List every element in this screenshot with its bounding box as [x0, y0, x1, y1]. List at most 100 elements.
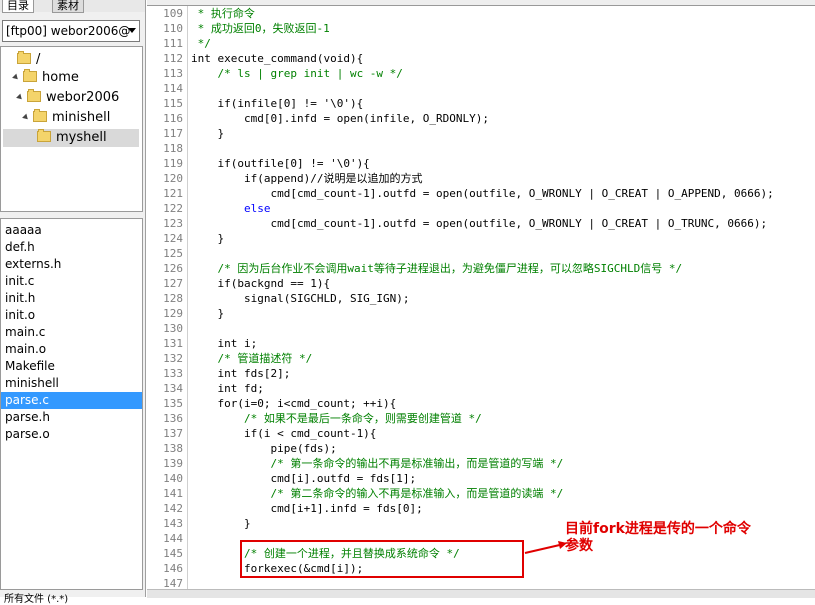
line-number: 131: [163, 337, 183, 350]
tree-node-webor2006[interactable]: webor2006: [16, 89, 119, 107]
tree-node-home[interactable]: home: [12, 69, 79, 87]
line-number: 145: [163, 547, 183, 560]
file-item[interactable]: externs.h: [1, 256, 142, 273]
code-line: /* 第二条命令的输入不再是标准输入，而是管道的读端 */: [191, 487, 564, 500]
code-line: * 执行命令: [191, 7, 255, 20]
file-item[interactable]: Makefile: [1, 358, 142, 375]
line-number: 143: [163, 517, 183, 530]
file-item[interactable]: aaaaa: [1, 222, 142, 239]
ftp-site-select[interactable]: [ftp00] webor2006@: [2, 20, 140, 42]
folder-icon: [17, 51, 31, 64]
code-line: }: [191, 307, 225, 320]
left-panel: 目录 素材 [ftp00] webor2006@ / home webor200…: [0, 0, 146, 605]
line-number: 138: [163, 442, 183, 455]
code-line: * 成功返回0，失败返回-1: [191, 22, 330, 35]
code-editor[interactable]: 109 110 111 112 113 114 115 116 117 118 119 120 121 1…: [147, 0, 815, 597]
line-number-gutter: 109 110 111 112 113 114 115 116 117 118 119 120 121 1…: [147, 0, 188, 597]
chevron-down-icon[interactable]: [128, 28, 136, 33]
line-number: 130: [163, 322, 183, 335]
line-number: 136: [163, 412, 183, 425]
file-item[interactable]: init.h: [1, 290, 142, 307]
highlight-box: [240, 540, 524, 578]
line-number: 113: [163, 67, 183, 80]
line-number: 111: [163, 37, 183, 50]
expand-icon[interactable]: [12, 73, 20, 82]
code-line: }: [191, 517, 251, 530]
code-line: cmd[i+1].infd = fds[0];: [191, 502, 423, 515]
line-number: 112: [163, 52, 183, 65]
file-item[interactable]: init.o: [1, 307, 142, 324]
ftp-site-value: [ftp00] webor2006@: [6, 24, 131, 38]
line-number: 134: [163, 382, 183, 395]
file-item[interactable]: main.o: [1, 341, 142, 358]
code-line: */: [191, 37, 211, 50]
line-number: 118: [163, 142, 183, 155]
code-line: int i;: [191, 337, 258, 350]
line-number: 122: [163, 202, 183, 215]
code-line: int fds[2];: [191, 367, 291, 380]
line-number: 132: [163, 352, 183, 365]
file-list: aaaaa def.h externs.h init.c init.h init.o mai…: [0, 218, 143, 590]
file-item[interactable]: parse.o: [1, 426, 142, 443]
code-line: /* 如果不是最后一条命令，则需要创建管道 */: [191, 412, 482, 425]
line-number: 125: [163, 247, 183, 260]
tree-node-label: minishell: [52, 110, 111, 125]
line-number: 123: [163, 217, 183, 230]
code-line: if(infile[0] != '\0'){: [191, 97, 364, 110]
code-line: cmd[cmd_count-1].outfd = open(outfile, O…: [191, 217, 768, 230]
file-item[interactable]: def.h: [1, 239, 142, 256]
line-number: 119: [163, 157, 183, 170]
code-line: int execute_command(void){: [191, 52, 364, 65]
line-number: 110: [163, 22, 183, 35]
folder-icon: [23, 69, 37, 82]
folder-icon: [27, 89, 41, 102]
code-line: }: [191, 232, 225, 245]
tree-node-minishell[interactable]: minishell: [22, 109, 111, 127]
line-number: 120: [163, 172, 183, 185]
expand-icon[interactable]: [16, 93, 24, 102]
code-line: cmd[i].outfd = fds[1];: [191, 472, 417, 485]
code-line: cmd[cmd_count-1].outfd = open(outfile, O…: [191, 187, 774, 200]
line-number: 121: [163, 187, 183, 200]
tree-node-root[interactable]: /: [17, 51, 40, 69]
code-line: /* 因为后台作业不会调用wait等待子进程退出，为避免僵尸进程，可以忽略SIG…: [191, 262, 683, 275]
folder-icon: [37, 129, 51, 142]
code-line: if(append)//说明是以追加的方式: [191, 172, 423, 185]
file-item[interactable]: parse.h: [1, 409, 142, 426]
line-number: 144: [163, 532, 183, 545]
line-number: 139: [163, 457, 183, 470]
code-line: for(i=0; i<cmd_count; ++i){: [191, 397, 397, 410]
line-number: 128: [163, 292, 183, 305]
folder-tree: / home webor2006 minishell myshell: [0, 46, 143, 212]
line-number: 137: [163, 427, 183, 440]
file-filter[interactable]: 所有文件 (*.*): [4, 590, 68, 605]
line-number: 135: [163, 397, 183, 410]
line-number: 141: [163, 487, 183, 500]
code-line: cmd[0].infd = open(infile, O_RDONLY);: [191, 112, 490, 125]
line-number: 146: [163, 562, 183, 575]
line-number: 116: [163, 112, 183, 125]
file-item[interactable]: main.c: [1, 324, 142, 341]
code-line: pipe(fds);: [191, 442, 337, 455]
code-line: if(i < cmd_count-1){: [191, 427, 377, 440]
line-number: 142: [163, 502, 183, 515]
expand-icon[interactable]: [22, 113, 30, 122]
tree-node-label: home: [42, 70, 79, 85]
code-line: }: [191, 127, 225, 140]
tree-node-myshell[interactable]: myshell: [3, 129, 139, 147]
line-number: 124: [163, 232, 183, 245]
line-number: 129: [163, 307, 183, 320]
line-number: 117: [163, 127, 183, 140]
annotation-line-2: 参数: [565, 538, 593, 554]
file-item[interactable]: init.c: [1, 273, 142, 290]
line-number: 115: [163, 97, 183, 110]
file-item[interactable]: minishell: [1, 375, 142, 392]
tab-assets[interactable]: 素材: [52, 0, 84, 13]
tab-directory[interactable]: 目录: [2, 0, 34, 13]
code-line: else: [191, 202, 271, 215]
annotation-line-1: 目前fork进程是传的一个命令: [565, 521, 751, 537]
line-number: 127: [163, 277, 183, 290]
tree-node-label: /: [36, 52, 41, 67]
annotation-text: 目前fork进程是传的一个命令 参数: [565, 521, 751, 555]
file-item[interactable]: parse.c: [1, 392, 142, 409]
